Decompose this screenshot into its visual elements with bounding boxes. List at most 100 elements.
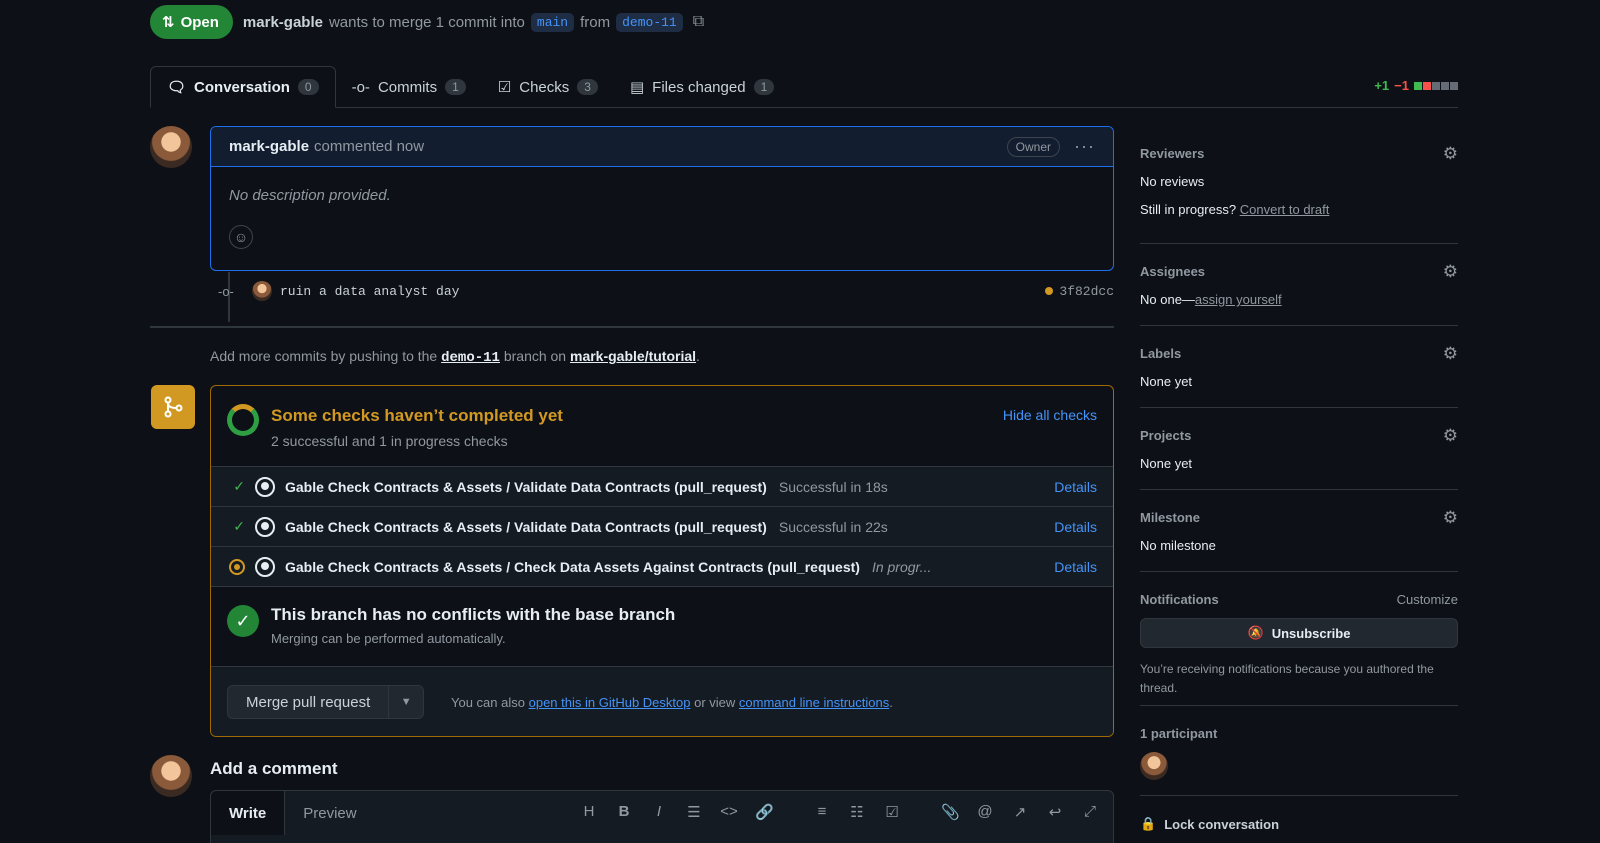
task-list-icon[interactable]: ☑ — [883, 803, 901, 821]
smiley-icon[interactable]: ☺ — [229, 225, 253, 249]
conflicts-status: ✓ This branch has no conflicts with the … — [211, 586, 1113, 666]
command-line-instructions-link[interactable]: command line instructions — [739, 695, 889, 710]
add-comment-title: Add a comment — [210, 759, 338, 778]
open-github-desktop-link[interactable]: open this in GitHub Desktop — [529, 695, 691, 710]
comment-header: mark-gable commented now Owner ··· — [211, 127, 1113, 167]
diffstat[interactable]: +1 −1 — [1374, 78, 1458, 93]
unsubscribe-label: Unsubscribe — [1271, 625, 1351, 641]
assign-yourself-link[interactable]: assign yourself — [1195, 292, 1282, 307]
editor-tabs: Write Preview — [211, 791, 375, 835]
quote-icon[interactable]: ☰ — [685, 803, 703, 821]
push-note: Add more commits by pushing to the demo-… — [210, 348, 700, 366]
push-note-branch-link[interactable]: demo-11 — [441, 350, 500, 366]
tab-conversation[interactable]: 🗨 Conversation 0 — [150, 66, 336, 108]
sidebar-heading[interactable]: Projects — [1140, 428, 1191, 443]
customize-notifications-link[interactable]: Customize — [1397, 592, 1458, 607]
copy-icon[interactable]: ⧉ — [693, 13, 704, 31]
milestone-value: No milestone — [1140, 538, 1216, 553]
pr-merge-text: wants to merge 1 commit into — [328, 13, 525, 31]
commit-author-avatar[interactable] — [252, 281, 272, 301]
sidebar-heading: 1 participant — [1140, 726, 1218, 741]
tab-files-changed[interactable]: ▤ Files changed 1 — [614, 66, 790, 108]
check-details-link[interactable]: Details — [1054, 519, 1097, 535]
check-details-link[interactable]: Details — [1054, 559, 1097, 575]
base-branch-label[interactable]: main — [530, 12, 575, 32]
lock-conversation-link[interactable]: 🔒 Lock conversation — [1140, 816, 1279, 832]
sidebar-reviewers: Reviewers ⚙ No reviews Still in progress… — [1140, 126, 1458, 244]
fullscreen-icon[interactable]: ⤢ — [1081, 803, 1099, 821]
draft-note: Still in progress? Convert to draft — [1140, 202, 1329, 217]
checks-subtitle: 2 successful and 1 in progress checks — [271, 433, 508, 449]
heading-icon[interactable]: H — [580, 803, 598, 821]
pr-header: ⇅ Open mark-gable wants to merge 1 commi… — [150, 5, 704, 39]
git-merge-icon — [151, 385, 195, 429]
comment-author-avatar[interactable] — [150, 126, 192, 168]
comment-editor: Write Preview H B I ☰ <> 🔗 ≡ ☷ ☑ 📎 @ ↗ ↩… — [210, 790, 1114, 843]
push-note-repo-link[interactable]: mark-gable/tutorial — [570, 348, 696, 364]
push-note-middle: branch on — [503, 348, 567, 364]
comment-author-link[interactable]: mark-gable — [229, 138, 309, 155]
bell-slash-icon: 🔕 — [1247, 625, 1264, 640]
gear-icon[interactable]: ⚙ — [1443, 344, 1458, 364]
italic-icon[interactable]: I — [650, 803, 668, 821]
pr-state-label: Open — [180, 13, 219, 31]
mention-icon[interactable]: @ — [976, 803, 994, 821]
check-name: Gable Check Contracts & Assets / Validat… — [285, 478, 767, 495]
pr-author-link[interactable]: mark-gable — [243, 14, 323, 31]
sidebar-heading[interactable]: Assignees — [1140, 264, 1205, 279]
attach-file-icon[interactable]: 📎 — [941, 803, 960, 821]
sidebar-projects: Projects ⚙ None yet — [1140, 408, 1458, 490]
code-icon[interactable]: <> — [720, 803, 738, 821]
checklist-icon: ☑ — [497, 79, 512, 96]
cross-reference-icon[interactable]: ↗ — [1011, 803, 1029, 821]
tab-counter: 1 — [753, 79, 775, 95]
hide-all-checks-link[interactable]: Hide all checks — [1003, 407, 1097, 423]
github-logo-icon — [255, 516, 275, 537]
check-result: Successful in 18s — [778, 478, 888, 495]
participant-avatar[interactable] — [1140, 752, 1168, 780]
merge-hint-prefix: You can also — [451, 695, 525, 710]
tab-preview[interactable]: Preview — [285, 791, 374, 835]
pending-status-dot[interactable] — [1045, 287, 1054, 295]
assignees-value: No one—assign yourself — [1140, 292, 1282, 307]
head-branch-label[interactable]: demo-11 — [616, 12, 683, 32]
reply-icon[interactable]: ↩ — [1046, 803, 1064, 821]
commit-sha[interactable]: 3f82dcc — [1045, 284, 1114, 299]
pr-from-text: from — [580, 13, 611, 31]
push-note-suffix: . — [696, 348, 700, 364]
ordered-list-icon[interactable]: ≡ — [813, 803, 831, 821]
unsubscribe-button[interactable]: 🔕 Unsubscribe — [1140, 618, 1458, 648]
gear-icon[interactable]: ⚙ — [1443, 262, 1458, 282]
merge-pull-request-button[interactable]: Merge pull request — [228, 686, 390, 718]
lock-icon: 🔒 — [1140, 816, 1157, 831]
commit-message-link[interactable]: ruin a data analyst day — [280, 284, 459, 299]
labels-value: None yet — [1140, 374, 1193, 389]
tab-checks[interactable]: ☑ Checks 3 — [482, 66, 614, 108]
pr-tabs: 🗨 Conversation 0 -o- Commits 1 ☑ Checks … — [150, 66, 1458, 108]
comment-timestamp[interactable]: commented now — [314, 138, 424, 155]
commit-sha-label: 3f82dcc — [1059, 283, 1114, 299]
gear-icon[interactable]: ⚙ — [1443, 508, 1458, 528]
merge-method-dropdown-icon[interactable]: ▼ — [389, 686, 423, 718]
merge-hint-middle: or view — [694, 695, 736, 710]
tab-commits[interactable]: -o- Commits 1 — [336, 66, 482, 108]
current-user-avatar[interactable] — [150, 755, 192, 797]
unordered-list-icon[interactable]: ☷ — [848, 803, 866, 821]
pr-summary: mark-gable wants to merge 1 commit into … — [243, 12, 704, 32]
check-name: Gable Check Contracts & Assets / Validat… — [285, 518, 767, 535]
tab-write[interactable]: Write — [211, 791, 286, 835]
diff-deletions: −1 — [1394, 78, 1409, 93]
sidebar-heading[interactable]: Labels — [1140, 346, 1181, 361]
link-icon[interactable]: 🔗 — [755, 803, 774, 821]
merge-button-group: Merge pull request ▼ — [227, 685, 425, 719]
convert-to-draft-link[interactable]: Convert to draft — [1240, 202, 1330, 217]
sidebar-heading[interactable]: Reviewers — [1140, 146, 1204, 161]
sidebar-heading[interactable]: Milestone — [1140, 510, 1200, 525]
notification-reason: You’re receiving notifications because y… — [1140, 662, 1434, 695]
check-details-link[interactable]: Details — [1054, 479, 1097, 495]
bold-icon[interactable]: B — [615, 803, 633, 821]
gear-icon[interactable]: ⚙ — [1443, 426, 1458, 446]
tab-label: Conversation — [194, 78, 290, 96]
kebab-menu-icon[interactable]: ··· — [1074, 136, 1095, 157]
gear-icon[interactable]: ⚙ — [1443, 144, 1458, 164]
